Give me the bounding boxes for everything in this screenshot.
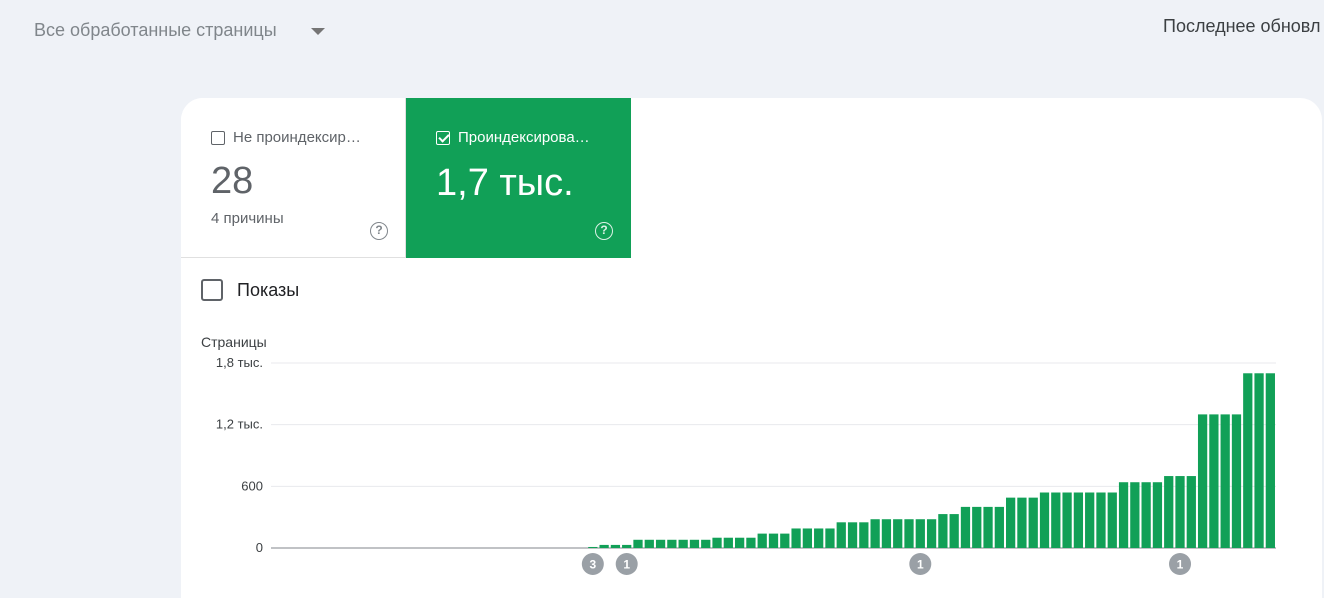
bar bbox=[678, 539, 688, 548]
pages-filter-label: Все обработанные страницы bbox=[34, 19, 277, 40]
last-update-text: Последнее обновл bbox=[1163, 16, 1321, 36]
bar bbox=[1186, 476, 1196, 548]
not-indexed-count: 28 bbox=[211, 160, 254, 202]
bar bbox=[926, 519, 937, 548]
bar bbox=[983, 506, 993, 548]
y-tick-label: 600 bbox=[241, 478, 263, 493]
bar bbox=[847, 522, 858, 548]
bar bbox=[1006, 497, 1016, 548]
indexed-title: Проиндексирова… bbox=[458, 129, 590, 146]
y-tick-label: 1,8 тыс. bbox=[216, 355, 263, 370]
bar bbox=[814, 528, 824, 548]
indexed-count: 1,7 тыс. bbox=[436, 162, 574, 204]
indexed-header: Проиндексирова… bbox=[436, 129, 590, 146]
bar bbox=[701, 539, 711, 548]
bar bbox=[1197, 414, 1208, 548]
bar bbox=[1051, 492, 1061, 548]
bar bbox=[825, 528, 835, 548]
bar bbox=[1254, 373, 1264, 548]
impressions-checkbox[interactable] bbox=[201, 279, 223, 301]
bar bbox=[746, 537, 756, 548]
annotation-label: 3 bbox=[589, 558, 596, 572]
bar bbox=[1017, 497, 1027, 548]
caret-down-icon[interactable] bbox=[310, 27, 325, 35]
bar bbox=[1243, 373, 1253, 548]
help-icon[interactable]: ? bbox=[595, 222, 613, 240]
y-tick-label: 1,2 тыс. bbox=[216, 417, 263, 432]
bar bbox=[893, 519, 903, 548]
bar bbox=[633, 539, 643, 548]
bar bbox=[870, 519, 880, 548]
impressions-toggle[interactable]: Показы bbox=[201, 279, 299, 301]
bar bbox=[938, 514, 948, 548]
indexed-checkbox[interactable] bbox=[436, 130, 450, 145]
bar bbox=[1130, 482, 1140, 548]
bar bbox=[1107, 492, 1117, 548]
bar bbox=[610, 544, 621, 548]
bar bbox=[1164, 476, 1174, 548]
help-icon[interactable]: ? bbox=[370, 222, 388, 240]
bar bbox=[757, 533, 767, 548]
bar bbox=[836, 522, 846, 548]
annotation-label: 1 bbox=[917, 558, 924, 572]
bar bbox=[881, 519, 892, 548]
bar bbox=[1062, 492, 1072, 548]
bar bbox=[802, 528, 813, 548]
not-indexed-checkbox[interactable] bbox=[211, 130, 225, 145]
bar bbox=[1175, 476, 1185, 548]
bar bbox=[1209, 414, 1219, 548]
bar bbox=[723, 537, 733, 548]
bar bbox=[622, 544, 632, 548]
bar bbox=[994, 506, 1004, 548]
bar bbox=[780, 533, 790, 548]
bar bbox=[972, 506, 982, 548]
not-indexed-reasons: 4 причины bbox=[211, 210, 284, 227]
not-indexed-tile[interactable]: Не проиндексир… 28 4 причины ? bbox=[181, 98, 406, 258]
bar bbox=[949, 514, 959, 548]
bar bbox=[655, 539, 666, 548]
y-tick-label: 0 bbox=[256, 540, 263, 555]
indexed-tile[interactable]: Проиндексирова… 1,7 тыс. ? bbox=[406, 98, 631, 258]
bar bbox=[1152, 482, 1163, 548]
bar bbox=[1028, 497, 1038, 548]
bar bbox=[915, 519, 925, 548]
bar bbox=[859, 522, 869, 548]
index-coverage-card: Не проиндексир… 28 4 причины ? Проиндекс… bbox=[181, 98, 1322, 598]
bar bbox=[1073, 492, 1084, 548]
bar bbox=[904, 519, 914, 548]
not-indexed-title: Не проиндексир… bbox=[233, 129, 361, 146]
bar bbox=[791, 528, 801, 548]
bar bbox=[1231, 414, 1242, 548]
bar bbox=[734, 537, 745, 548]
bar bbox=[960, 506, 971, 548]
bar bbox=[689, 539, 700, 548]
bar bbox=[1096, 492, 1106, 548]
bar bbox=[667, 539, 677, 548]
bar bbox=[1118, 482, 1129, 548]
indexed-pages-chart: 1,8 тыс. 1,2 тыс. 600 0 3 1 1 1 bbox=[216, 355, 1276, 575]
annotation-label: 1 bbox=[1177, 558, 1184, 572]
bar bbox=[712, 537, 722, 548]
bar bbox=[1085, 492, 1095, 548]
bar bbox=[768, 533, 779, 548]
bar bbox=[599, 544, 609, 548]
annotation-label: 1 bbox=[623, 558, 630, 572]
bar bbox=[1220, 414, 1230, 548]
pages-filter-dropdown[interactable]: Все обработанные страницы bbox=[34, 18, 325, 42]
bar bbox=[644, 539, 654, 548]
bar bbox=[1265, 373, 1275, 548]
bar bbox=[1141, 482, 1151, 548]
bar bbox=[588, 546, 598, 548]
bar bbox=[1039, 492, 1050, 548]
impressions-label: Показы bbox=[237, 279, 300, 300]
not-indexed-header: Не проиндексир… bbox=[211, 129, 361, 146]
